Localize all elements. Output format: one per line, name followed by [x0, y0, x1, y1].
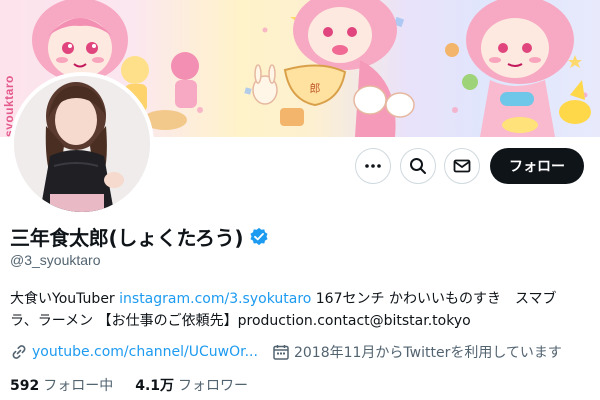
bio-text: 大食いYouTuber [10, 291, 120, 307]
follow-stats: 592 フォロー中 4.1万 フォロワー [10, 375, 248, 395]
link-icon [12, 345, 26, 359]
calendar-icon [273, 345, 289, 360]
follow-button[interactable]: フォロー [490, 148, 584, 184]
following-count: 592 [10, 378, 40, 394]
display-name: 三年食太郎(しょくたろう) [10, 226, 244, 250]
display-name-row: 三年食太郎(しょくたろう) [10, 222, 269, 251]
following-label: フォロー中 [43, 378, 114, 394]
followers-count: 4.1万 [135, 378, 175, 394]
joined-text: 2018年11月からTwitterを利用しています [293, 345, 562, 361]
following-stat[interactable]: 592 フォロー中 [10, 375, 113, 395]
bio-text: 167センチ かわいいものすき スマブ [311, 291, 557, 307]
joined-item: 2018年11月からTwitterを利用しています [272, 342, 562, 362]
website-link[interactable]: youtube.com/channel/UCuwOr... [32, 344, 258, 360]
handle: @3_syouktaro [10, 252, 101, 268]
more-icon [365, 164, 381, 168]
profile-meta: youtube.com/channel/UCuwOr... 2018年11月から… [10, 342, 562, 362]
bio-line-2: ラ、ラーメン 【お仕事のご依頼先】production.contact@bits… [10, 313, 471, 329]
followers-stat[interactable]: 4.1万 フォロワー [135, 375, 248, 395]
mail-icon [453, 159, 471, 173]
search-button[interactable] [400, 148, 436, 184]
more-button[interactable] [355, 148, 391, 184]
message-button[interactable] [444, 148, 480, 184]
bio-instagram-link[interactable]: instagram.com/3.syokutaro [119, 291, 311, 307]
svg-text:郎: 郎 [310, 81, 321, 95]
website-item: youtube.com/channel/UCuwOr... [10, 343, 258, 361]
followers-label: フォロワー [178, 378, 249, 394]
bio-line-1: 大食いYouTuber instagram.com/3.syokutaro 16… [10, 288, 590, 310]
bio: 大食いYouTuber instagram.com/3.syokutaro 16… [10, 288, 590, 332]
search-icon [410, 158, 426, 174]
avatar-photo [14, 76, 150, 212]
verified-badge-icon[interactable] [249, 227, 269, 247]
avatar[interactable] [10, 72, 154, 216]
